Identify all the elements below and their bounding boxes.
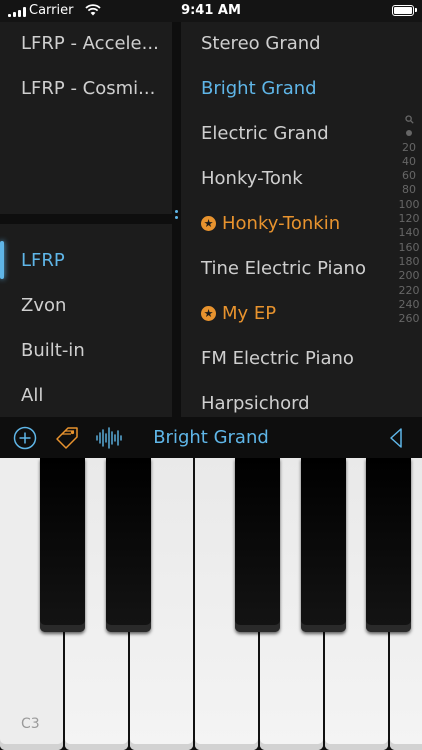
battery-icon	[392, 5, 417, 16]
index-item[interactable]: 260	[396, 312, 422, 326]
preset-list: Stereo Grand Bright Grand Electric Grand…	[181, 22, 422, 417]
black-key[interactable]	[366, 458, 411, 632]
source-item-lfrp[interactable]: LFRP	[21, 250, 65, 271]
preset-item[interactable]: Honky-Tonk	[201, 168, 303, 189]
index-item[interactable]: 80	[396, 183, 422, 197]
index-item[interactable]: 180	[396, 255, 422, 269]
selection-indicator	[0, 241, 4, 279]
piano-keyboard[interactable]: C3	[0, 458, 422, 750]
source-item-built-in[interactable]: Built-in	[21, 340, 85, 361]
source-list: LFRP Zvon Built-in All	[0, 224, 172, 417]
status-time: 9:41 AM	[181, 3, 241, 18]
index-item[interactable]: 40	[396, 155, 422, 169]
preset-item[interactable]: Stereo Grand	[201, 33, 321, 54]
black-key[interactable]	[106, 458, 151, 632]
index-item[interactable]: 60	[396, 169, 422, 183]
favorite-star-icon: ★	[201, 306, 216, 321]
section-index[interactable]: 20 40 60 80 100 120 140 160 180 200 220 …	[396, 112, 422, 326]
preset-label: My EP	[222, 303, 277, 324]
preset-item-favorite[interactable]: ★ Honky-Tonkin	[201, 213, 340, 234]
preset-item-favorite[interactable]: ★ My EP	[201, 303, 276, 324]
favorite-star-icon: ★	[201, 216, 216, 231]
index-item[interactable]: 20	[396, 141, 422, 155]
black-key[interactable]	[235, 458, 280, 632]
source-item-all[interactable]: All	[21, 385, 43, 406]
dot-icon[interactable]	[396, 126, 422, 140]
search-icon[interactable]	[396, 112, 422, 126]
preset-label: Honky-Tonkin	[222, 213, 341, 234]
resize-handle[interactable]	[175, 210, 178, 226]
preset-item[interactable]: Electric Grand	[201, 123, 329, 144]
preset-item[interactable]: FM Electric Piano	[201, 348, 354, 369]
bank-list: LFRP - Accele... LFRP - Cosmi...	[0, 22, 172, 214]
status-bar: Carrier 9:41 AM	[0, 0, 422, 22]
bank-item[interactable]: LFRP - Accele...	[21, 33, 159, 54]
preset-item[interactable]: Harpsichord	[201, 393, 310, 414]
black-key[interactable]	[301, 458, 346, 632]
horizontal-divider	[0, 214, 172, 224]
bank-item[interactable]: LFRP - Cosmi...	[21, 78, 155, 99]
triangle-left-icon[interactable]	[388, 427, 404, 449]
toolbar: Bright Grand	[0, 417, 422, 458]
index-item[interactable]: 120	[396, 212, 422, 226]
index-item[interactable]: 200	[396, 269, 422, 283]
index-item[interactable]: 100	[396, 198, 422, 212]
key-label: C3	[21, 716, 40, 732]
index-item[interactable]: 220	[396, 284, 422, 298]
index-item[interactable]: 140	[396, 226, 422, 240]
black-key[interactable]	[40, 458, 85, 632]
preset-item-selected[interactable]: Bright Grand	[201, 78, 317, 99]
index-item[interactable]: 240	[396, 298, 422, 312]
current-preset-title[interactable]: Bright Grand	[0, 427, 422, 448]
source-item-zvon[interactable]: Zvon	[21, 295, 66, 316]
index-item[interactable]: 160	[396, 241, 422, 255]
preset-item[interactable]: Tine Electric Piano	[201, 258, 366, 279]
